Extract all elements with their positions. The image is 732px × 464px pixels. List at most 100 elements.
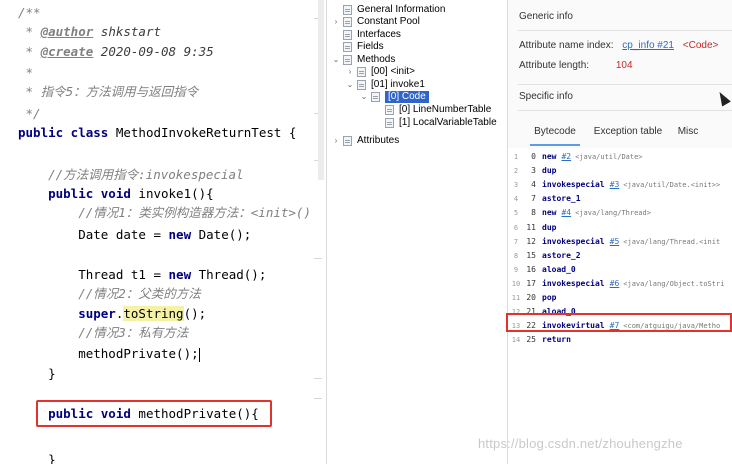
tree-item[interactable]: ⌄ Methods bbox=[331, 54, 395, 66]
bytecode-row[interactable]: 9 16 aload_0 bbox=[508, 263, 732, 277]
cp-info-link[interactable]: cp_info #21 bbox=[622, 40, 674, 51]
code-line[interactable]: methodPrivate(); bbox=[0, 344, 326, 364]
constant-comment: <java/util/Date> bbox=[575, 153, 643, 161]
code-token: MethodInvokeReturnTest { bbox=[115, 125, 297, 140]
opcode: invokespecial bbox=[542, 236, 605, 246]
tree-item[interactable]: General Information bbox=[331, 4, 445, 16]
line-number: 11 bbox=[511, 294, 521, 302]
constant-ref-link[interactable]: #5 bbox=[610, 237, 620, 246]
line-number: 5 bbox=[513, 209, 519, 218]
bytecode-row[interactable]: 4 7 astore_1 bbox=[508, 192, 732, 206]
code-line[interactable]: //情况2：父类的方法 bbox=[0, 284, 326, 304]
constant-comment: <java/lang/Thread.<init bbox=[623, 237, 721, 246]
divider bbox=[518, 30, 732, 31]
tree-item-label: [1] LocalVariableTable bbox=[399, 117, 497, 128]
code-line[interactable]: /** bbox=[0, 3, 326, 23]
constant-ref-link[interactable]: #3 bbox=[610, 180, 620, 189]
tree-item[interactable]: [1] LocalVariableTable bbox=[373, 117, 497, 129]
expand-arrow-icon[interactable]: › bbox=[331, 135, 341, 147]
bytecode-row[interactable]: 6 11 dup bbox=[508, 221, 732, 235]
opcode: aload_0 bbox=[542, 264, 576, 274]
constant-ref-link[interactable]: #2 bbox=[561, 152, 571, 161]
file-node-icon bbox=[343, 30, 352, 40]
line-number: 7 bbox=[513, 237, 519, 246]
tree-item[interactable]: › Constant Pool bbox=[331, 16, 420, 28]
constant-ref-link[interactable]: #4 bbox=[561, 208, 571, 217]
bytecode-row[interactable]: 8 15 astore_2 bbox=[508, 249, 732, 263]
opcode: new bbox=[542, 152, 557, 161]
file-node-icon bbox=[357, 80, 366, 90]
bytecode-row[interactable]: 7 12 invokespecial #5 <java/lang/Thread.<ini… bbox=[508, 235, 732, 249]
bytecode-row[interactable]: 3 4 invokespecial #3 <java/util/Date.<init>> bbox=[508, 178, 732, 192]
code-line[interactable]: * @create 2020-09-08 9:35 bbox=[0, 42, 326, 62]
code-token: } bbox=[18, 366, 56, 381]
code-token: //情况1：类实例构造器方法：<init>() bbox=[18, 205, 311, 220]
code-line[interactable]: Thread t1 = new Thread(); bbox=[0, 265, 326, 285]
line-number: 4 bbox=[513, 195, 519, 204]
code-token: public class bbox=[18, 125, 116, 140]
constant-comment: <java/lang/Thread> bbox=[575, 209, 651, 218]
line-number: 1 bbox=[513, 153, 519, 161]
expand-arrow-icon[interactable]: ⌄ bbox=[345, 79, 355, 91]
bytecode-offset: 0 bbox=[531, 152, 536, 161]
tab-bytecode[interactable]: Bytecode bbox=[530, 118, 580, 146]
code-line[interactable]: //方法调用指令:invokespecial bbox=[0, 165, 326, 185]
code-line[interactable]: } bbox=[0, 450, 326, 464]
bytecode-offset: 16 bbox=[526, 264, 536, 274]
attribute-name-value: <Code> bbox=[682, 40, 719, 51]
line-number: 2 bbox=[513, 167, 519, 176]
code-token: methodPrivate(); bbox=[18, 346, 199, 361]
code-line[interactable] bbox=[0, 430, 326, 450]
code-token: Date date = bbox=[18, 227, 169, 242]
tree-item-label: Fields bbox=[357, 41, 384, 52]
code-line[interactable]: public void invoke1(){ bbox=[0, 184, 326, 204]
code-line[interactable]: */ bbox=[0, 104, 326, 124]
file-node-icon bbox=[343, 17, 352, 27]
bytecode-row[interactable]: 2 3 dup bbox=[508, 164, 732, 178]
code-editor[interactable]: /** * @author shkstart * @create 2020-09… bbox=[0, 0, 326, 464]
line-number: 8 bbox=[513, 251, 519, 260]
tree-item[interactable]: Interfaces bbox=[331, 29, 401, 41]
bytecode-offset: 8 bbox=[531, 208, 536, 218]
line-number: 9 bbox=[513, 265, 519, 274]
file-node-icon bbox=[371, 92, 380, 102]
code-token: * bbox=[18, 65, 34, 80]
tab-exception-table[interactable]: Exception table bbox=[590, 118, 666, 146]
bytecode-offset: 4 bbox=[531, 180, 536, 190]
bytecode-row[interactable]: 10 17 invokespecial #6 <java/lang/Object.toS… bbox=[508, 277, 732, 291]
code-line[interactable]: public class MethodInvokeReturnTest { bbox=[0, 123, 326, 143]
watermark: https://blog.csdn.net/zhouhengzhe bbox=[478, 436, 683, 451]
line-number: 3 bbox=[513, 181, 519, 190]
constant-ref-link[interactable]: #6 bbox=[610, 279, 620, 288]
gutter-marker bbox=[314, 378, 322, 379]
tree-item[interactable]: Fields bbox=[331, 41, 384, 53]
tree-item[interactable]: › Attributes bbox=[331, 135, 399, 147]
code-token: @create bbox=[40, 44, 94, 59]
code-line[interactable]: * bbox=[0, 63, 326, 83]
code-token: new bbox=[168, 227, 199, 242]
tree-item[interactable]: ⌄ [0] Code bbox=[359, 91, 429, 103]
editor-scrollbar[interactable] bbox=[318, 0, 324, 180]
tree-item[interactable]: ⌄ [01] invoke1 bbox=[345, 79, 425, 91]
code-line[interactable]: //情况1：类实例构造器方法：<init>() bbox=[0, 203, 326, 223]
tree-item-label: [0] LineNumberTable bbox=[399, 104, 492, 115]
file-node-icon bbox=[343, 5, 352, 15]
code-line[interactable]: } bbox=[0, 364, 326, 384]
tree-item[interactable]: › [00] <init> bbox=[345, 66, 415, 78]
bytecode-row[interactable]: 11 20 pop bbox=[508, 291, 732, 305]
tab-misc[interactable]: Misc bbox=[672, 118, 704, 146]
expand-arrow-icon[interactable]: › bbox=[331, 16, 341, 28]
code-line[interactable]: //情况3：私有方法 bbox=[0, 323, 326, 343]
code-line[interactable]: super.toString(); bbox=[0, 304, 326, 324]
code-line[interactable]: * @author shkstart bbox=[0, 22, 326, 42]
bytecode-row[interactable]: 14 25 return bbox=[508, 333, 732, 347]
expand-arrow-icon[interactable]: ⌄ bbox=[331, 54, 341, 66]
bytecode-row[interactable]: 5 8 new #4 <java/lang/Thread> bbox=[508, 206, 732, 220]
code-line[interactable]: * 指令5：方法调用与返回指令 bbox=[0, 82, 326, 102]
highlight-box-method-private bbox=[36, 400, 272, 427]
tree-item[interactable]: [0] LineNumberTable bbox=[373, 104, 491, 116]
expand-arrow-icon[interactable]: ⌄ bbox=[359, 91, 369, 103]
expand-arrow-icon[interactable]: › bbox=[345, 66, 355, 78]
bytecode-row[interactable]: 1 0 new #2 <java/util/Date> bbox=[508, 150, 732, 164]
code-line[interactable]: Date date = new Date(); bbox=[0, 225, 326, 245]
